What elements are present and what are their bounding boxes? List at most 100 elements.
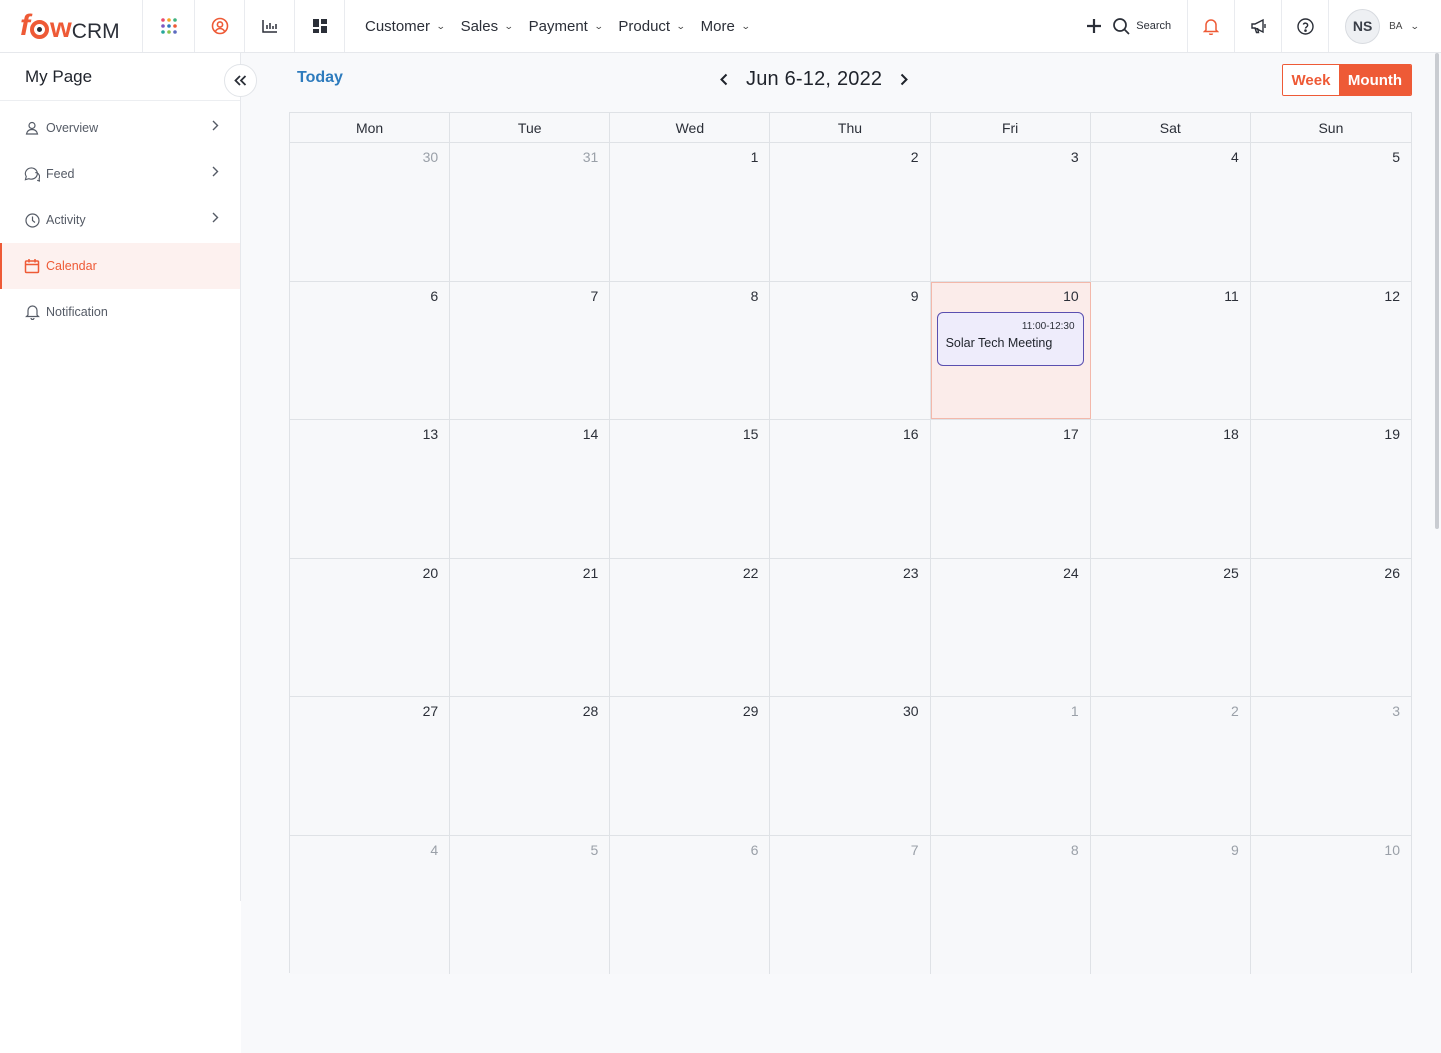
user-icon (24, 120, 40, 136)
weekday-label: Thu (770, 113, 931, 142)
calendar-day-cell[interactable]: 8 (930, 835, 1091, 974)
help-button[interactable] (1282, 0, 1330, 52)
calendar-day-cell[interactable]: 30 (290, 143, 451, 281)
calendar-day-cell[interactable]: 28 (450, 697, 611, 835)
calendar-day-cell[interactable]: 9 (1090, 835, 1251, 974)
next-week-button[interactable] (892, 73, 916, 86)
calendar-day-cell[interactable]: 19 (1250, 420, 1411, 558)
sidebar-item-activity[interactable]: Activity (0, 197, 240, 243)
calendar-day-cell[interactable]: 26 (1250, 558, 1411, 696)
calendar-day-cell[interactable]: 10 (1250, 835, 1411, 974)
announcements-button[interactable] (1235, 0, 1283, 52)
collapse-sidebar-button[interactable] (224, 64, 257, 97)
calendar-day-cell[interactable]: 17 (930, 420, 1091, 558)
calendar-day-cell[interactable]: 3 (1250, 697, 1411, 835)
calendar-day-cell[interactable]: 12 (1250, 281, 1411, 419)
dashboard-icon[interactable] (295, 0, 345, 52)
calendar-event[interactable]: 11:00-12:30 Solar Tech Meeting (936, 311, 1084, 366)
calendar-day-cell[interactable]: 5 (1250, 143, 1411, 281)
calendar-day-cell[interactable]: 21 (450, 558, 611, 696)
calendar-day-cell[interactable]: 9 (770, 281, 931, 419)
calendar-day-cell[interactable]: 15 (610, 420, 771, 558)
header-actions: Search NS BA ⌄ (1087, 0, 1441, 52)
calendar-day-cell[interactable]: 3 (930, 143, 1091, 281)
day-number: 25 (1223, 564, 1239, 581)
nav-payment[interactable]: Payment ⌄ (529, 18, 604, 35)
nav-sales[interactable]: Sales ⌄ (461, 18, 514, 35)
calendar-day-cell[interactable]: 11 (1090, 281, 1251, 419)
calendar-day-cell-today[interactable]: 10 11:00-12:30 Solar Tech Meeting (930, 281, 1091, 419)
calendar-day-cell[interactable]: 6 (290, 281, 451, 419)
nav-customer[interactable]: Customer ⌄ (365, 18, 446, 35)
calendar-day-cell[interactable]: 23 (770, 558, 931, 696)
avatar: NS (1345, 8, 1381, 44)
calendar-day-cell[interactable]: 20 (290, 558, 451, 696)
app-logo[interactable]: f w CRM (0, 0, 143, 52)
month-view-button[interactable]: Mounth (1339, 65, 1411, 95)
bar-chart-icon[interactable] (245, 0, 295, 52)
main-nav: Customer ⌄ Sales ⌄ Payment ⌄ Product ⌄ More ⌄ (345, 0, 765, 52)
chevron-down-icon: ⌄ (675, 20, 686, 31)
calendar-day-cell[interactable]: 1 (930, 697, 1091, 835)
calendar-day-cell[interactable]: 7 (770, 835, 931, 974)
add-button[interactable] (1087, 0, 1107, 52)
search-button[interactable]: Search (1113, 0, 1189, 52)
nav-more[interactable]: More ⌄ (701, 18, 751, 35)
calendar-day-cell[interactable]: 16 (770, 420, 931, 558)
today-button[interactable]: Today (297, 69, 343, 87)
calendar-day-cell[interactable]: 8 (610, 281, 771, 419)
calendar-day-cell[interactable]: 30 (770, 697, 931, 835)
chevron-down-icon: ⌄ (593, 20, 604, 31)
calendar-week-row: 4 5 6 7 8 9 10 (290, 835, 1411, 974)
notifications-button[interactable] (1188, 0, 1236, 52)
calendar-day-cell[interactable]: 7 (450, 281, 611, 419)
calendar-day-cell[interactable]: 24 (930, 558, 1091, 696)
calendar-day-cell[interactable]: 13 (290, 420, 451, 558)
calendar-day-cell[interactable]: 27 (290, 697, 451, 835)
sidebar-item-calendar[interactable]: Calendar (0, 243, 240, 289)
calendar-day-cell[interactable]: 14 (450, 420, 611, 558)
calendar-day-cell[interactable]: 18 (1090, 420, 1251, 558)
calendar-day-cell[interactable]: 4 (290, 835, 451, 974)
chevron-right-icon (901, 73, 909, 85)
day-number: 21 (582, 564, 599, 581)
calendar-week-row: 20 21 22 23 24 25 26 (290, 558, 1411, 697)
profile-circle-icon[interactable] (195, 0, 245, 52)
page-scrollbar[interactable] (1435, 53, 1439, 529)
calendar-day-cell[interactable]: 5 (450, 835, 611, 974)
day-number: 7 (590, 287, 599, 304)
day-number: 14 (582, 426, 599, 442)
month-calendar: Mon Tue Wed Thu Fri Sat Sun 30 31 1 2 3 4 5 6 7 8… (289, 112, 1412, 974)
calendar-day-cell[interactable]: 25 (1090, 558, 1251, 696)
day-number: 1 (1070, 703, 1079, 719)
sidebar-item-label: Calendar (46, 259, 97, 273)
calendar-week-row: 6 7 8 9 10 11:00-12:30 Solar Tech Meeting 11 12 (290, 281, 1411, 420)
calendar-day-cell[interactable]: 1 (610, 143, 771, 281)
calendar-day-cell[interactable]: 6 (610, 835, 771, 974)
user-name: BA (1389, 20, 1403, 32)
calendar-day-cell[interactable]: 4 (1090, 143, 1251, 281)
calendar-day-cell[interactable]: 31 (450, 143, 611, 281)
calendar-day-cell[interactable]: 2 (770, 143, 931, 281)
prev-week-button[interactable] (712, 73, 736, 86)
day-number: 11 (1224, 287, 1239, 304)
sidebar-footer (0, 901, 241, 1053)
search-icon (1113, 17, 1130, 35)
calendar-day-cell[interactable]: 29 (610, 697, 771, 835)
apps-grid-icon[interactable] (143, 0, 195, 52)
clock-icon (24, 212, 40, 228)
chevron-down-icon: ⌄ (435, 20, 446, 31)
sidebar-item-label: Activity (46, 213, 86, 227)
calendar-day-cell[interactable]: 22 (610, 558, 771, 696)
sidebar-item-notification[interactable]: Notification (0, 289, 240, 335)
view-toggle: Week Mounth (1282, 64, 1412, 96)
week-view-button[interactable]: Week (1283, 65, 1339, 95)
day-number: 22 (742, 564, 759, 581)
day-number: 13 (422, 426, 439, 442)
sidebar-item-overview[interactable]: Overview (0, 105, 240, 151)
calendar-day-cell[interactable]: 2 (1090, 697, 1251, 835)
weekday-label: Sat (1091, 113, 1251, 142)
user-menu[interactable]: NS BA ⌄ (1329, 0, 1441, 52)
sidebar-item-feed[interactable]: Feed (0, 151, 240, 197)
nav-product[interactable]: Product ⌄ (618, 18, 686, 35)
